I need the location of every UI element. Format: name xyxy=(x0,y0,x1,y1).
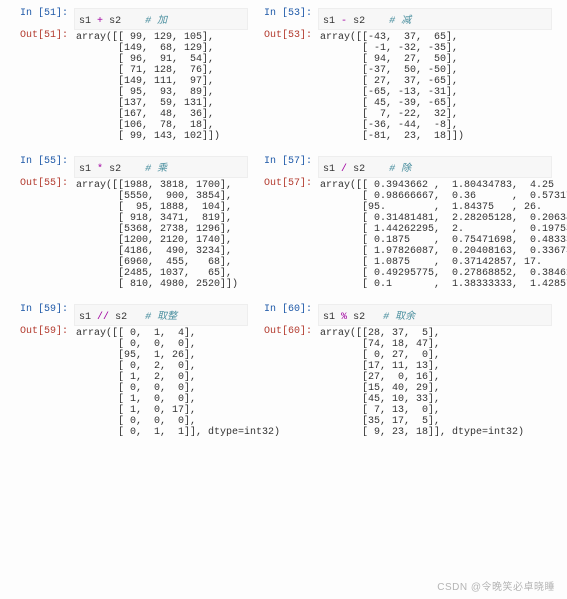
out-prompt-51: Out[51]: xyxy=(8,30,74,41)
cell-55: In [55]: s1 * s2 # 乘 Out[55]: array([[19… xyxy=(8,156,248,292)
out-line-60: Out[60]: array([[28, 37, 5], [74, 18, 47… xyxy=(252,326,552,440)
cell-57: In [57]: s1 / s2 # 除 Out[57]: array([[ 0… xyxy=(252,156,552,292)
in-prompt-60: In [60]: xyxy=(252,304,318,315)
in-line-51: In [51]: s1 + s2 # 加 xyxy=(8,8,248,30)
in-line-59: In [59]: s1 // s2 # 取整 xyxy=(8,304,248,326)
out-prompt-55: Out[55]: xyxy=(8,178,74,189)
in-prompt-57: In [57]: xyxy=(252,156,318,167)
in-line-55: In [55]: s1 * s2 # 乘 xyxy=(8,156,248,178)
watermark: CSDN @令晚笑必卓晓睡 xyxy=(437,578,555,593)
out-line-53: Out[53]: array([[-43, 37, 65], [ -1, -32… xyxy=(252,30,552,144)
code-51[interactable]: s1 + s2 # 加 xyxy=(74,8,248,30)
cell-51: In [51]: s1 + s2 # 加 Out[51]: array([[ 9… xyxy=(8,8,248,144)
out-text-51: array([[ 99, 129, 105], [149, 68, 129], … xyxy=(74,30,248,144)
in-prompt-53: In [53]: xyxy=(252,8,318,19)
notebook-grid: In [51]: s1 + s2 # 加 Out[51]: array([[ 9… xyxy=(8,8,559,448)
in-prompt-55: In [55]: xyxy=(8,156,74,167)
code-59[interactable]: s1 // s2 # 取整 xyxy=(74,304,248,326)
out-line-59: Out[59]: array([[ 0, 1, 4], [ 0, 0, 0], … xyxy=(8,326,248,440)
out-text-57: array([[ 0.3943662 , 1.80434783, 4.25 ],… xyxy=(318,178,567,292)
out-prompt-59: Out[59]: xyxy=(8,326,74,337)
cell-60: In [60]: s1 % s2 # 取余 Out[60]: array([[2… xyxy=(252,304,552,440)
code-57[interactable]: s1 / s2 # 除 xyxy=(318,156,552,178)
cell-53: In [53]: s1 - s2 # 减 Out[53]: array([[-4… xyxy=(252,8,552,144)
out-text-53: array([[-43, 37, 65], [ -1, -32, -35], [… xyxy=(318,30,552,144)
code-60[interactable]: s1 % s2 # 取余 xyxy=(318,304,552,326)
out-text-60: array([[28, 37, 5], [74, 18, 47], [ 0, 2… xyxy=(318,326,552,440)
out-line-51: Out[51]: array([[ 99, 129, 105], [149, 6… xyxy=(8,30,248,144)
out-prompt-60: Out[60]: xyxy=(252,326,318,337)
code-53[interactable]: s1 - s2 # 减 xyxy=(318,8,552,30)
out-line-57: Out[57]: array([[ 0.3943662 , 1.80434783… xyxy=(252,178,552,292)
in-line-57: In [57]: s1 / s2 # 除 xyxy=(252,156,552,178)
out-text-59: array([[ 0, 1, 4], [ 0, 0, 0], [95, 1, 2… xyxy=(74,326,282,440)
out-prompt-53: Out[53]: xyxy=(252,30,318,41)
in-line-53: In [53]: s1 - s2 # 减 xyxy=(252,8,552,30)
cell-59: In [59]: s1 // s2 # 取整 Out[59]: array([[… xyxy=(8,304,248,440)
in-prompt-59: In [59]: xyxy=(8,304,74,315)
in-prompt-51: In [51]: xyxy=(8,8,74,19)
out-line-55: Out[55]: array([[1988, 3818, 1700], [555… xyxy=(8,178,248,292)
code-55[interactable]: s1 * s2 # 乘 xyxy=(74,156,248,178)
out-text-55: array([[1988, 3818, 1700], [5550, 900, 3… xyxy=(74,178,248,292)
in-line-60: In [60]: s1 % s2 # 取余 xyxy=(252,304,552,326)
out-prompt-57: Out[57]: xyxy=(252,178,318,189)
